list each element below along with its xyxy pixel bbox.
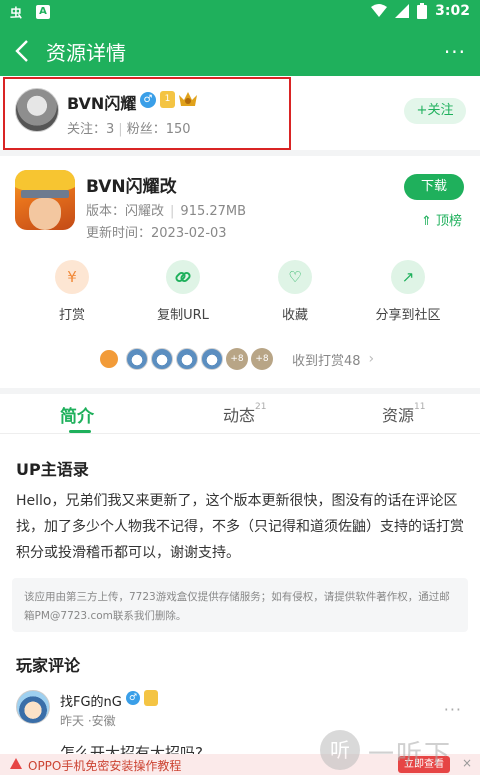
game-cover-image bbox=[15, 170, 75, 230]
author-card[interactable]: BVN闪耀 ♂ 1 关注：3 | 粉丝：150 +关注 bbox=[0, 76, 480, 150]
favorite-action[interactable]: ♡ 收藏 bbox=[250, 260, 340, 323]
version-label: 版本： bbox=[86, 204, 126, 219]
section-title-comments: 玩家评论 bbox=[16, 656, 81, 675]
rank-button[interactable]: ⇑ 顶榜 bbox=[421, 210, 462, 229]
tip-summary[interactable]: +8 +8 收到打赏48 › bbox=[98, 348, 374, 370]
author-stats: 关注：3 | 粉丝：150 bbox=[67, 122, 191, 137]
rank-label: 顶榜 bbox=[435, 214, 462, 229]
followers-label: 粉丝： bbox=[126, 122, 166, 137]
heart-icon: ♡ bbox=[278, 260, 312, 294]
tab-intro-label: 简介 bbox=[60, 407, 94, 427]
version-value: 闪耀改 bbox=[125, 204, 165, 219]
app-notification-icon: 虫 bbox=[10, 6, 23, 20]
tipper-more-badge: +8 bbox=[251, 348, 273, 370]
yen-icon: ¥ bbox=[55, 260, 89, 294]
wifi-icon bbox=[371, 4, 388, 17]
section-title-up-quote: UP主语录 bbox=[16, 460, 89, 479]
banner-text: OPPO手机免密安装操作教程 bbox=[28, 759, 182, 773]
battery-icon bbox=[417, 3, 428, 19]
tipper-avatar bbox=[151, 348, 173, 370]
watermark-logo: 听 一听下载 bbox=[318, 728, 478, 774]
author-name[interactable]: BVN闪耀 bbox=[67, 90, 136, 114]
tab-resources[interactable]: 资源11 bbox=[382, 402, 425, 426]
active-tab-indicator bbox=[69, 430, 91, 433]
link-icon bbox=[166, 260, 200, 294]
rank-icon: ⇑ bbox=[420, 214, 432, 229]
clock: 3:02 bbox=[435, 3, 470, 19]
crown-badge-icon bbox=[179, 92, 197, 106]
male-gender-icon: ♂ bbox=[140, 92, 156, 108]
commenter-name[interactable]: 找FG的nG bbox=[60, 691, 122, 710]
followers-count: 150 bbox=[165, 122, 191, 137]
back-arrow-icon[interactable] bbox=[12, 38, 36, 64]
a-notification-icon: A bbox=[36, 5, 50, 19]
favorite-label: 收藏 bbox=[281, 308, 308, 323]
page-title: 资源详情 bbox=[46, 41, 126, 65]
medal-badge-icon: 1 bbox=[160, 91, 175, 108]
chevron-right-icon: › bbox=[368, 351, 375, 367]
tipper-avatar bbox=[126, 348, 148, 370]
tip-label: 打赏 bbox=[58, 308, 85, 323]
medal-badge-icon bbox=[144, 690, 158, 706]
tab-resources-label: 资源 bbox=[382, 406, 415, 425]
tab-activity[interactable]: 动态21 bbox=[223, 402, 266, 426]
updated-value: 2023-02-03 bbox=[151, 226, 227, 241]
updated-label: 更新时间： bbox=[86, 226, 152, 241]
update-date: 更新时间：2023-02-03 bbox=[86, 222, 227, 241]
signal-icon bbox=[395, 4, 410, 18]
watermark-icon: 听 bbox=[320, 730, 360, 770]
copy-url-label: 复制URL bbox=[157, 308, 209, 323]
description-text: Hello，兄弟们我又来更新了，这个版本更新很快，图没有的话在评论区找，加了多少… bbox=[16, 493, 464, 561]
author-avatar[interactable] bbox=[15, 88, 59, 132]
following-label: 关注： bbox=[67, 122, 107, 137]
game-card: BVN闪耀改 版本：闪耀改 | 915.27MB 更新时间：2023-02-03 下… bbox=[0, 156, 480, 388]
game-title: BVN闪耀改 bbox=[86, 177, 177, 197]
download-button[interactable]: 下载 bbox=[404, 174, 464, 200]
more-options-icon[interactable]: ··· bbox=[444, 40, 466, 64]
share-icon: ↗ bbox=[391, 260, 425, 294]
copyright-notice: 该应用由第三方上传，7723游戏盒仅提供存储服务；如有侵权，请提供软件著作权，通… bbox=[12, 578, 468, 632]
share-action[interactable]: ↗ 分享到社区 bbox=[363, 260, 453, 323]
follow-button[interactable]: +关注 bbox=[404, 98, 466, 124]
file-size: 915.27MB bbox=[180, 204, 247, 219]
warning-icon bbox=[10, 758, 22, 769]
intro-content: UP主语录 Hello，兄弟们我又来更新了，这个版本更新很快，图没有的话在评论区… bbox=[0, 434, 480, 775]
male-gender-icon: ♂ bbox=[126, 691, 140, 705]
comment-meta: 昨天 ·安徽 bbox=[60, 714, 116, 728]
tab-activity-label: 动态 bbox=[223, 406, 256, 425]
tab-bar: 简介 动态21 资源11 bbox=[0, 394, 480, 434]
watermark-text: 一听下载 bbox=[368, 740, 453, 770]
comment-more-icon[interactable]: ··· bbox=[444, 700, 462, 719]
tipper-avatar bbox=[201, 348, 223, 370]
tip-count-text: 收到打赏48 bbox=[292, 353, 361, 369]
following-count: 3 bbox=[106, 122, 115, 137]
commenter-avatar[interactable] bbox=[16, 690, 50, 724]
copy-url-action[interactable]: 复制URL bbox=[138, 260, 228, 323]
game-meta: 版本：闪耀改 | 915.27MB bbox=[86, 204, 247, 219]
tab-resources-count: 11 bbox=[414, 402, 426, 412]
tipper-avatar bbox=[176, 348, 198, 370]
coin-icon bbox=[98, 348, 120, 370]
tab-activity-count: 21 bbox=[255, 402, 267, 412]
tipper-more-badge: +8 bbox=[226, 348, 248, 370]
status-bar: 虫 A 3:02 bbox=[0, 0, 480, 26]
tab-intro[interactable]: 简介 bbox=[60, 402, 94, 427]
share-label: 分享到社区 bbox=[375, 308, 441, 323]
app-bar: 资源详情 ··· bbox=[0, 26, 480, 76]
tip-action[interactable]: ¥ 打赏 bbox=[27, 260, 117, 323]
